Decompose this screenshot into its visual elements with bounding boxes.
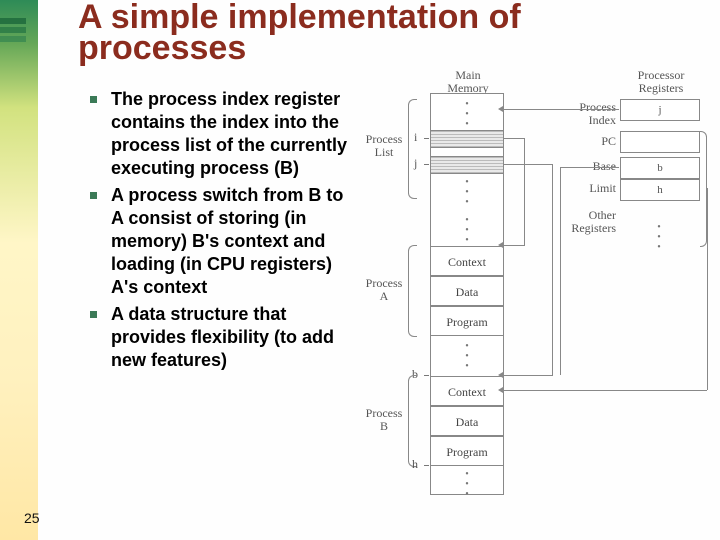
wire [503, 164, 553, 165]
vdots-icon [431, 470, 503, 500]
brace-icon [408, 99, 417, 199]
reg-limit: h [620, 179, 700, 201]
tick-icon [424, 138, 429, 139]
label-other-registers: Other Registers [568, 209, 616, 234]
process-list-entry-i [431, 130, 503, 148]
wire [552, 164, 553, 375]
side-accent-gradient [0, 0, 38, 540]
page-number: 25 [24, 510, 40, 526]
vdots-icon [431, 216, 503, 246]
bullet-icon [90, 311, 97, 318]
slide: A simple implementation of processes The… [0, 0, 720, 540]
wire [707, 188, 708, 390]
wire [503, 138, 525, 139]
vdots-icon [620, 223, 698, 253]
vdots-icon [431, 342, 503, 372]
label-processor-registers: Processor Registers [622, 69, 700, 94]
label-limit: Limit [582, 182, 616, 195]
bullet-icon [90, 192, 97, 199]
label-pc: PC [590, 135, 616, 148]
proc-b-program: Program [431, 436, 503, 466]
list-item: The process index register contains the … [90, 88, 350, 180]
bullet-icon [90, 96, 97, 103]
bullet-text: A process switch from B to A consist of … [111, 184, 350, 299]
reg-process-index: j [620, 99, 700, 121]
tick-icon [424, 375, 429, 376]
proc-b-data: Data [431, 406, 503, 436]
arrow-left-icon [503, 390, 707, 391]
wire [560, 167, 561, 375]
list-item: A data structure that provides flexibili… [90, 303, 350, 372]
wire [560, 167, 619, 168]
brace-icon [408, 245, 417, 337]
label-process-b: Process B [362, 407, 406, 432]
process-list-entry-j [431, 156, 503, 174]
label-main-memory: Main Memory [438, 69, 498, 94]
memory-column: Context Data Program Context Data Progra… [430, 93, 504, 495]
bullet-text: The process index register contains the … [111, 88, 350, 180]
vdots-icon [431, 178, 503, 208]
proc-a-data: Data [431, 276, 503, 306]
label-process-list: Process List [362, 133, 406, 158]
arrow-left-icon [503, 109, 619, 110]
arrow-left-icon [503, 375, 553, 376]
proc-a-context: Context [431, 246, 503, 276]
label-process-a: Process A [362, 277, 406, 302]
vdots-icon [431, 100, 503, 130]
arrow-left-icon [503, 245, 525, 246]
bullet-text: A data structure that provides flexibili… [111, 303, 350, 372]
brace-icon [700, 131, 707, 247]
bullet-list: The process index register contains the … [90, 88, 350, 376]
memory-diagram: Main Memory Processor Registers Context … [360, 75, 710, 505]
reg-pc [620, 131, 700, 153]
list-item: A process switch from B to A consist of … [90, 184, 350, 299]
wire [524, 138, 525, 245]
proc-b-context: Context [431, 376, 503, 406]
reg-base: b [620, 157, 700, 179]
proc-a-program: Program [431, 306, 503, 336]
label-process-index: Process Index [556, 101, 616, 126]
tick-icon [424, 465, 429, 466]
slide-title: A simple implementation of processes [78, 2, 678, 65]
label-h: h [412, 458, 418, 471]
brace-icon [408, 375, 417, 467]
tick-icon [424, 164, 429, 165]
